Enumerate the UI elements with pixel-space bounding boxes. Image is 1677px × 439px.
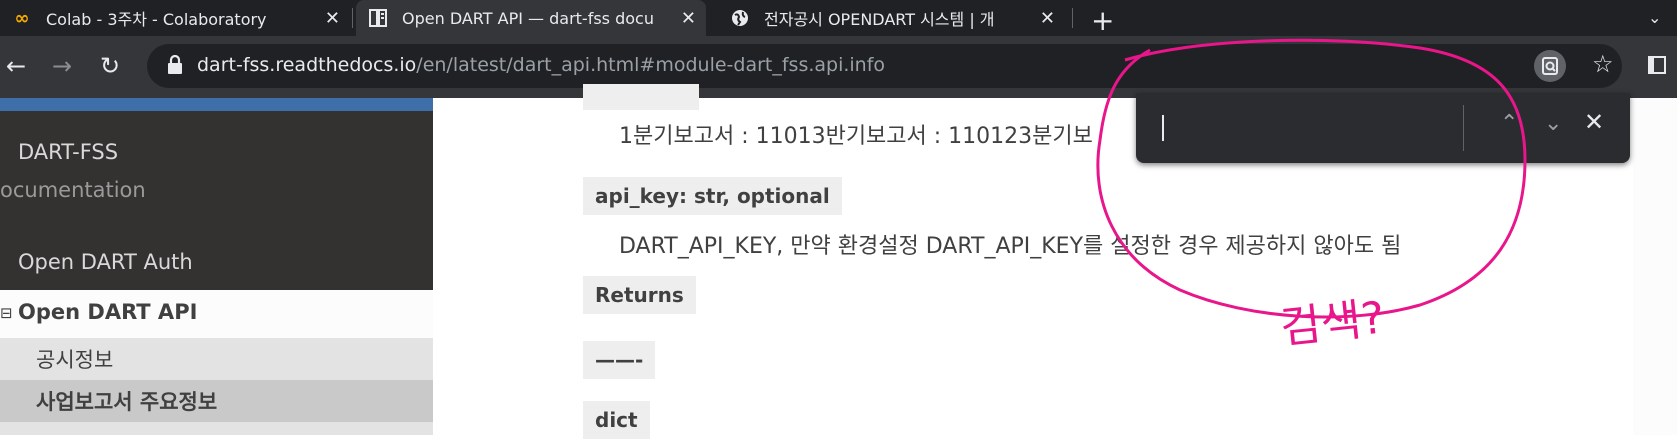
- sidebar-item-dart-fss[interactable]: DART-FSS: [18, 140, 118, 164]
- tab-title: 전자공시 OPENDART 시스템 | 개: [764, 10, 995, 29]
- url-path: /en/latest/dart_api.html#module-dart_fss…: [416, 54, 886, 76]
- find-next-button[interactable]: ⌄: [1544, 111, 1562, 136]
- browser-toolbar: ← → ↻ dart-fss.readthedocs.io/en/latest/…: [0, 36, 1677, 98]
- tab-separator: [352, 8, 353, 28]
- returns-label: Returns: [583, 276, 696, 314]
- toc-subitem-label: 사업보고서 주요정보: [36, 390, 218, 414]
- forward-button[interactable]: →: [52, 52, 72, 80]
- back-button[interactable]: ←: [6, 52, 26, 80]
- url-host: dart-fss.readthedocs.io: [197, 54, 417, 76]
- find-bar: ⌃ ⌄ ✕: [1136, 93, 1630, 163]
- url-text: dart-fss.readthedocs.io/en/latest/dart_a…: [197, 54, 885, 76]
- find-close-button[interactable]: ✕: [1584, 108, 1604, 136]
- text-caret: [1162, 115, 1164, 141]
- find-input[interactable]: [1160, 109, 1444, 147]
- bookmark-star-icon[interactable]: ☆: [1592, 50, 1614, 78]
- reload-button[interactable]: ↻: [100, 52, 120, 80]
- find-in-page-icon[interactable]: [1534, 50, 1566, 82]
- close-icon[interactable]: ✕: [681, 8, 696, 29]
- toc-subitem-label: 공시정보: [36, 348, 114, 372]
- tab-opendart[interactable]: 전자공시 OPENDART 시스템 | 개 ✕: [710, 0, 1065, 36]
- toc-subitem-disclosure[interactable]: 공시정보: [0, 338, 433, 380]
- toc-item-open-dart-api[interactable]: Open DART API: [18, 300, 197, 324]
- toc-subitem-business-report[interactable]: 사업보고서 주요정보: [0, 380, 433, 422]
- close-icon[interactable]: ✕: [1040, 8, 1055, 29]
- sidebar-header: DART-FSS ocumentation Open DART Auth: [0, 98, 433, 290]
- close-icon[interactable]: ✕: [325, 8, 340, 29]
- right-gutter: [1633, 98, 1677, 435]
- toc-subitem-next[interactable]: [0, 422, 433, 435]
- lock-icon: [168, 55, 182, 74]
- dashes-label: ——-: [583, 341, 656, 379]
- param-api-key: api_key: str, optional: [583, 177, 842, 215]
- tab-search-icon[interactable]: ⌄: [1648, 8, 1661, 27]
- docs-sidebar: DART-FSS ocumentation Open DART Auth ⊟ O…: [0, 98, 433, 435]
- report-codes-text: 1분기보고서 : 11013반기보고서 : 110123분기보: [619, 124, 1093, 149]
- tab-dart-fss[interactable]: Open DART API — dart-fss docu ✕: [356, 0, 706, 36]
- sidebar-item-documentation[interactable]: ocumentation: [0, 178, 146, 202]
- find-previous-button[interactable]: ⌃: [1500, 111, 1518, 136]
- colab-icon: ∞: [14, 7, 30, 29]
- new-tab-button[interactable]: +: [1091, 4, 1114, 37]
- docs-icon: [368, 8, 388, 28]
- param-api-key-desc: DART_API_KEY, 만약 환경설정 DART_API_KEY를 설정한 …: [619, 234, 1402, 259]
- tab-separator: [1072, 8, 1073, 28]
- return-type-label: dict: [583, 401, 650, 439]
- tab-strip: ∞ Colab - 3주차 - Colaboratory ✕ Open DART…: [0, 0, 1677, 37]
- field-label-top: [583, 84, 699, 110]
- side-panel-icon[interactable]: [1648, 56, 1666, 74]
- tab-title: Colab - 3주차 - Colaboratory: [46, 10, 267, 29]
- sidebar-item-open-dart-auth[interactable]: Open DART Auth: [18, 250, 193, 274]
- address-bar[interactable]: dart-fss.readthedocs.io/en/latest/dart_a…: [147, 44, 1622, 88]
- sidebar-accent-bar: [0, 98, 433, 111]
- globe-icon: [730, 8, 750, 28]
- toc-toggle-icon[interactable]: ⊟: [0, 304, 13, 322]
- tab-title: Open DART API — dart-fss docu: [402, 8, 654, 28]
- find-divider: [1463, 105, 1464, 151]
- tab-colab[interactable]: ∞ Colab - 3주차 - Colaboratory ✕: [0, 0, 350, 36]
